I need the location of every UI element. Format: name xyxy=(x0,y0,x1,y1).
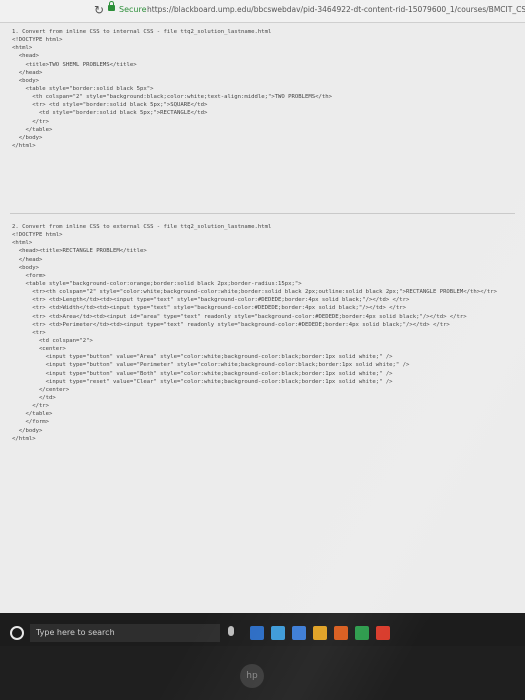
code-line: 1. Convert from inline CSS to internal C… xyxy=(12,29,272,35)
code-line: <tr> <td>Perimeter</td><td><input type="… xyxy=(12,321,450,328)
code-line: <tr> xyxy=(12,329,46,336)
code-line: <title>TWO SHEML PROBLEMS</title> xyxy=(12,61,137,68)
screen: ↻ Secure https://blackboard.ump.edu/bbcs… xyxy=(0,0,525,700)
code-line: <th colspan="2" style="background:black;… xyxy=(12,94,332,101)
code-line: </td> xyxy=(12,394,56,401)
code-line: <!DOCTYPE html> xyxy=(12,37,63,44)
ie-icon[interactable] xyxy=(292,626,306,640)
code-line: </body> xyxy=(12,427,43,434)
start-icon[interactable] xyxy=(10,626,24,640)
code-line: <td style="border:solid black 5px;">RECT… xyxy=(12,110,208,117)
code-line: <html> xyxy=(12,240,33,247)
taskbar: Type here to search xyxy=(0,620,525,646)
code-line: <tr> <td>Width</td><td><input type="text… xyxy=(12,305,407,312)
code-line: <td colspan="2"> xyxy=(12,337,93,344)
code-line: </table> xyxy=(12,126,53,133)
code-line: </center> xyxy=(12,386,70,393)
microphone-icon[interactable] xyxy=(228,626,234,636)
explorer-icon[interactable] xyxy=(313,626,327,640)
code-line: <center> xyxy=(12,346,66,353)
code-line: </body> xyxy=(12,134,43,141)
office-icon[interactable] xyxy=(334,626,348,640)
code-line: <input type="button" value="Both" style=… xyxy=(12,370,393,377)
code-line: <tr> <td>Area</td><td><input id="area" t… xyxy=(12,313,467,320)
edge-icon[interactable] xyxy=(271,626,285,640)
url-text[interactable]: https://blackboard.ump.edu/bbcswebdav/pi… xyxy=(147,5,525,14)
code-line: <form> xyxy=(12,272,46,279)
code-line: </tr> xyxy=(12,403,50,410)
code-line: <tr><th colspan="2" style="color:white;b… xyxy=(12,289,497,296)
code-line: </head> xyxy=(12,256,43,263)
code-line: <table style="background-color:orange;bo… xyxy=(12,280,302,287)
code-line: <!DOCTYPE html> xyxy=(12,232,63,239)
code-line: <table style="border:solid black 5px"> xyxy=(12,85,154,92)
reload-icon[interactable]: ↻ xyxy=(94,3,104,17)
document-view: 1. Convert from inline CSS to internal C… xyxy=(0,23,525,613)
code-line: </table> xyxy=(12,411,53,418)
code-line: <body> xyxy=(12,77,39,84)
section-divider xyxy=(10,213,515,214)
code-line: <body> xyxy=(12,264,39,271)
code-line: </head> xyxy=(12,69,43,76)
code-line: <input type="reset" value="Clear" style=… xyxy=(12,378,393,385)
task-view-icon[interactable] xyxy=(250,626,264,640)
code-line: <head><title>RECTANGLE PROBLEM</title> xyxy=(12,248,147,255)
chrome-icon[interactable] xyxy=(376,626,390,640)
code-line: </form> xyxy=(12,419,50,426)
address-bar[interactable]: ↻ Secure https://blackboard.ump.edu/bbcs… xyxy=(0,0,525,23)
search-box[interactable]: Type here to search xyxy=(30,624,220,642)
code-line: <tr> <td style="border:solid black 5px;"… xyxy=(12,102,208,109)
code-line: <tr> <td>Length</td><td><input type="tex… xyxy=(12,297,410,304)
code-line: <html> xyxy=(12,45,33,52)
secure-label: Secure xyxy=(119,5,147,14)
store-icon[interactable] xyxy=(355,626,369,640)
code-line: </tr> xyxy=(12,118,50,125)
code-line: 2. Convert from inline CSS to external C… xyxy=(12,224,272,230)
code-line: <input type="button" value="Perimeter" s… xyxy=(12,362,410,369)
code-line: <head> xyxy=(12,53,39,60)
code-section-external-css: 2. Convert from inline CSS to external C… xyxy=(12,223,497,443)
code-line: <input type="button" value="Area" style=… xyxy=(12,354,393,361)
hp-logo: hp xyxy=(240,664,264,688)
lock-icon xyxy=(108,1,115,11)
search-placeholder: Type here to search xyxy=(36,628,115,637)
code-line: </html> xyxy=(12,435,36,442)
code-line: </html> xyxy=(12,142,36,149)
code-section-internal-css: 1. Convert from inline CSS to internal C… xyxy=(12,28,332,150)
